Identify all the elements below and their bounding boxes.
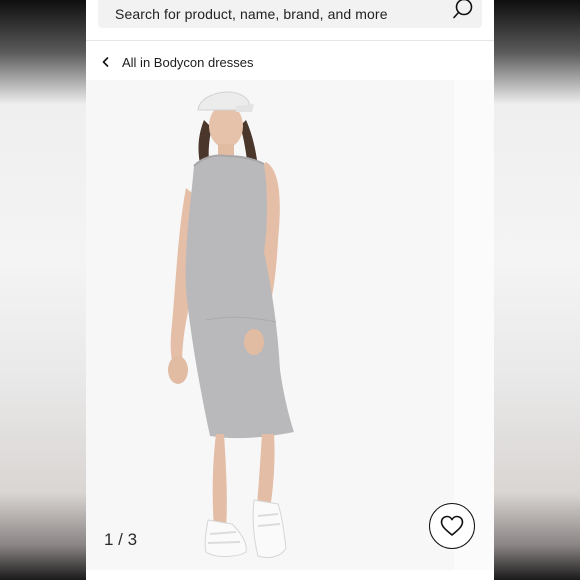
- heart-icon: [440, 515, 464, 536]
- favorite-button[interactable]: [429, 503, 475, 549]
- product-image[interactable]: [86, 80, 494, 570]
- chevron-left-icon: [102, 57, 109, 67]
- breadcrumb[interactable]: All in Bodycon dresses: [100, 52, 254, 72]
- breadcrumb-label[interactable]: All in Bodycon dresses: [122, 55, 254, 70]
- product-photo: [168, 91, 294, 559]
- background-right-blur: [494, 0, 580, 580]
- search-icon[interactable]: [452, 0, 474, 20]
- header-divider: [86, 40, 494, 41]
- product-page: Search for product, name, brand, and mor…: [86, 0, 494, 580]
- search-input-placeholder[interactable]: Search for product, name, brand, and mor…: [115, 6, 388, 22]
- background-left-blur: [0, 0, 86, 580]
- search-bar[interactable]: Search for product, name, brand, and mor…: [98, 0, 482, 28]
- image-counter: 1 / 3: [104, 530, 138, 549]
